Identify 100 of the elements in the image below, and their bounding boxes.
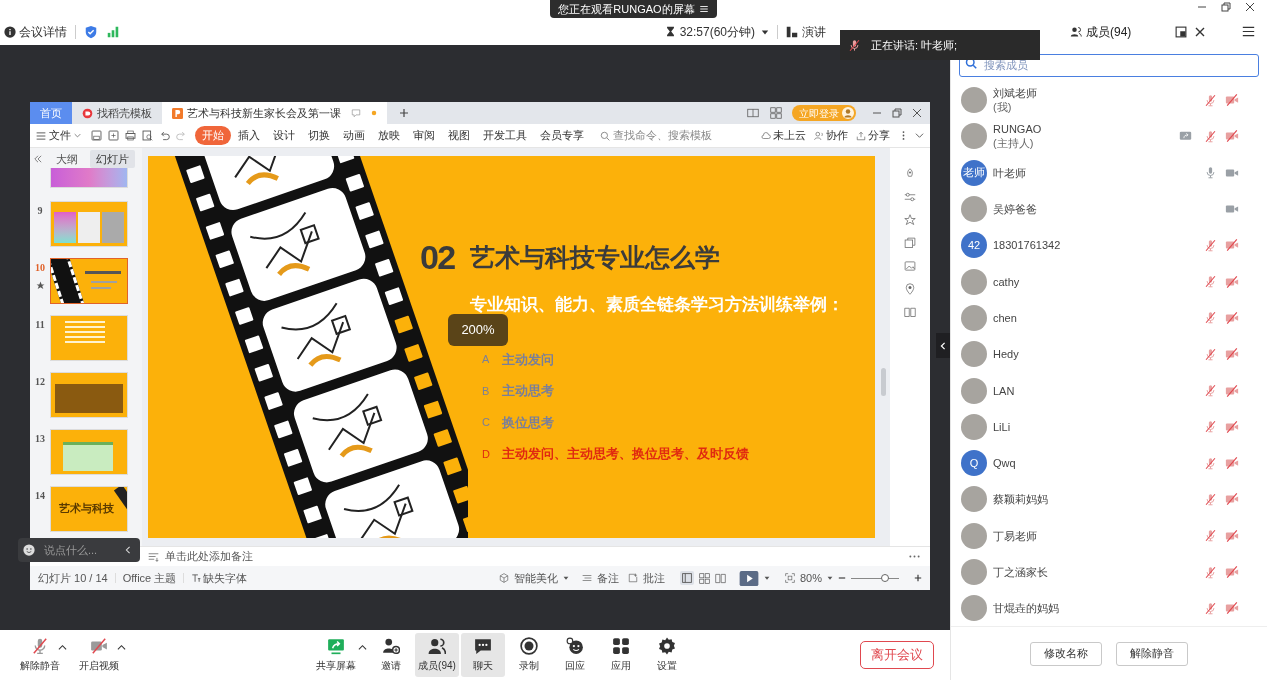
- muted-mic-icon[interactable]: [1204, 601, 1217, 615]
- muted-mic-icon[interactable]: [1204, 238, 1217, 252]
- location-pin-icon[interactable]: [904, 283, 916, 295]
- pane-tab[interactable]: 大纲: [50, 149, 84, 169]
- popout-icon[interactable]: [1175, 25, 1188, 38]
- caret-icon[interactable]: [562, 575, 569, 581]
- caret-icon[interactable]: [763, 575, 770, 581]
- menu-tab[interactable]: 视图: [442, 127, 476, 144]
- camera-off-icon[interactable]: [1225, 383, 1239, 398]
- mic-icon[interactable]: [1204, 166, 1217, 180]
- zoom-level[interactable]: 80%: [799, 569, 822, 587]
- smiley-icon[interactable]: [23, 544, 35, 556]
- close-icon[interactable]: [912, 108, 922, 118]
- book-icon[interactable]: [904, 306, 916, 318]
- sliders-icon[interactable]: [904, 191, 916, 203]
- muted-mic-icon[interactable]: [1204, 129, 1217, 143]
- fit-window-icon[interactable]: [784, 573, 795, 583]
- menu-icon[interactable]: [1242, 25, 1255, 38]
- notes-placeholder[interactable]: 单击此处添加备注: [165, 548, 253, 565]
- menu-tab[interactable]: 插入: [232, 127, 266, 144]
- camera-off-icon[interactable]: [1225, 601, 1239, 616]
- close-icon[interactable]: [1195, 26, 1206, 37]
- camera-off-icon[interactable]: [1225, 528, 1239, 543]
- unmute-button[interactable]: 解除静音: [1116, 641, 1188, 666]
- copy-icon[interactable]: [904, 237, 916, 249]
- file-menu[interactable]: 文件: [49, 127, 71, 144]
- normal-view-icon[interactable]: [679, 571, 694, 585]
- export-icon[interactable]: [108, 130, 119, 141]
- camera-off-icon[interactable]: [1225, 492, 1239, 507]
- more-icon[interactable]: [909, 555, 920, 558]
- camera-off-icon[interactable]: [1225, 274, 1239, 289]
- menu-tab[interactable]: 开发工具: [477, 127, 533, 144]
- caret-icon[interactable]: [117, 643, 126, 652]
- undo-icon[interactable]: [159, 130, 170, 141]
- muted-mic-icon[interactable]: [1204, 456, 1217, 470]
- menu-tab[interactable]: 放映: [372, 127, 406, 144]
- window-tab[interactable]: 找稻壳模板: [72, 102, 162, 124]
- toolbar-button[interactable]: 回应: [553, 633, 597, 677]
- comments-button[interactable]: 批注: [642, 569, 665, 587]
- camera-off-icon[interactable]: [1225, 565, 1239, 579]
- toolbar-action[interactable]: 协作: [826, 127, 848, 144]
- muted-mic-icon[interactable]: [1204, 420, 1217, 434]
- camera-off-icon[interactable]: [1225, 419, 1239, 434]
- notes-button[interactable]: 备注: [596, 569, 619, 587]
- unmute-button[interactable]: 解除静音: [14, 637, 66, 673]
- muted-mic-icon[interactable]: [1204, 275, 1217, 289]
- play-button-icon[interactable]: [738, 570, 759, 586]
- toolbar-button[interactable]: 设置: [645, 633, 689, 677]
- toolbar-button[interactable]: 共享屏幕: [314, 633, 358, 677]
- chat-input[interactable]: 说点什么...: [18, 538, 140, 562]
- more-icon[interactable]: [902, 130, 905, 141]
- zoom-in-icon[interactable]: [914, 574, 922, 582]
- collapse-icon[interactable]: [34, 155, 42, 163]
- view-button[interactable]: 演讲: [802, 22, 826, 41]
- caret-icon[interactable]: [827, 575, 833, 581]
- member-search-field[interactable]: 搜索成员: [959, 53, 1259, 77]
- rocket-icon[interactable]: [904, 168, 916, 180]
- save-icon[interactable]: [91, 130, 102, 141]
- muted-mic-icon[interactable]: [1204, 384, 1217, 397]
- slider-thumb[interactable]: [880, 574, 889, 582]
- toolbar-action[interactable]: 未上云: [773, 127, 806, 144]
- rename-button[interactable]: 修改名称: [1030, 641, 1102, 666]
- caret-icon[interactable]: [358, 643, 367, 652]
- zoom-out-icon[interactable]: [838, 574, 846, 582]
- pane-tab[interactable]: 幻灯片: [90, 149, 135, 169]
- menu-tab[interactable]: 动画: [337, 127, 371, 144]
- zoom-slider[interactable]: [851, 573, 899, 583]
- grid-view-icon[interactable]: [698, 572, 710, 584]
- camera-off-icon[interactable]: [1225, 93, 1239, 108]
- meeting-info-link[interactable]: 会议详情: [19, 22, 67, 41]
- restore-icon[interactable]: [1221, 2, 1231, 12]
- preview-icon[interactable]: [142, 130, 153, 141]
- command-search-field[interactable]: 查找命令、搜索模板: [613, 127, 725, 144]
- star-icon[interactable]: [904, 214, 916, 226]
- plus-icon[interactable]: [399, 108, 409, 118]
- missing-fonts-link[interactable]: 缺失字体: [203, 569, 248, 587]
- muted-mic-icon[interactable]: [1204, 565, 1217, 579]
- toolbar-button[interactable]: 聊天: [461, 633, 505, 677]
- menu-tab[interactable]: 切换: [302, 127, 336, 144]
- toolbar-action[interactable]: 分享: [868, 127, 890, 144]
- camera-off-icon[interactable]: [1225, 347, 1239, 362]
- camera-off-icon[interactable]: [1225, 238, 1239, 253]
- scrollbar[interactable]: [881, 368, 886, 396]
- toolbar-button[interactable]: 应用: [599, 633, 643, 677]
- leave-meeting-button[interactable]: 离开会议: [860, 641, 934, 669]
- caret-icon[interactable]: [761, 27, 769, 36]
- close-icon[interactable]: [1245, 2, 1255, 12]
- window-layout-icon[interactable]: [746, 107, 760, 119]
- chevron-down-icon[interactable]: [915, 131, 924, 140]
- menu-tab[interactable]: 会员专享: [534, 127, 590, 144]
- toolbar-button[interactable]: 邀请: [369, 633, 413, 677]
- image-icon[interactable]: [904, 260, 916, 272]
- collapse-handle[interactable]: [936, 333, 950, 358]
- printer-icon[interactable]: [125, 130, 136, 141]
- reading-view-icon[interactable]: [714, 572, 726, 584]
- grid-icon[interactable]: [770, 107, 782, 119]
- chevron-left-icon[interactable]: [124, 546, 132, 554]
- menu-icon[interactable]: [698, 4, 709, 14]
- restore-icon[interactable]: [892, 108, 902, 118]
- camera-off-icon[interactable]: [1225, 129, 1239, 144]
